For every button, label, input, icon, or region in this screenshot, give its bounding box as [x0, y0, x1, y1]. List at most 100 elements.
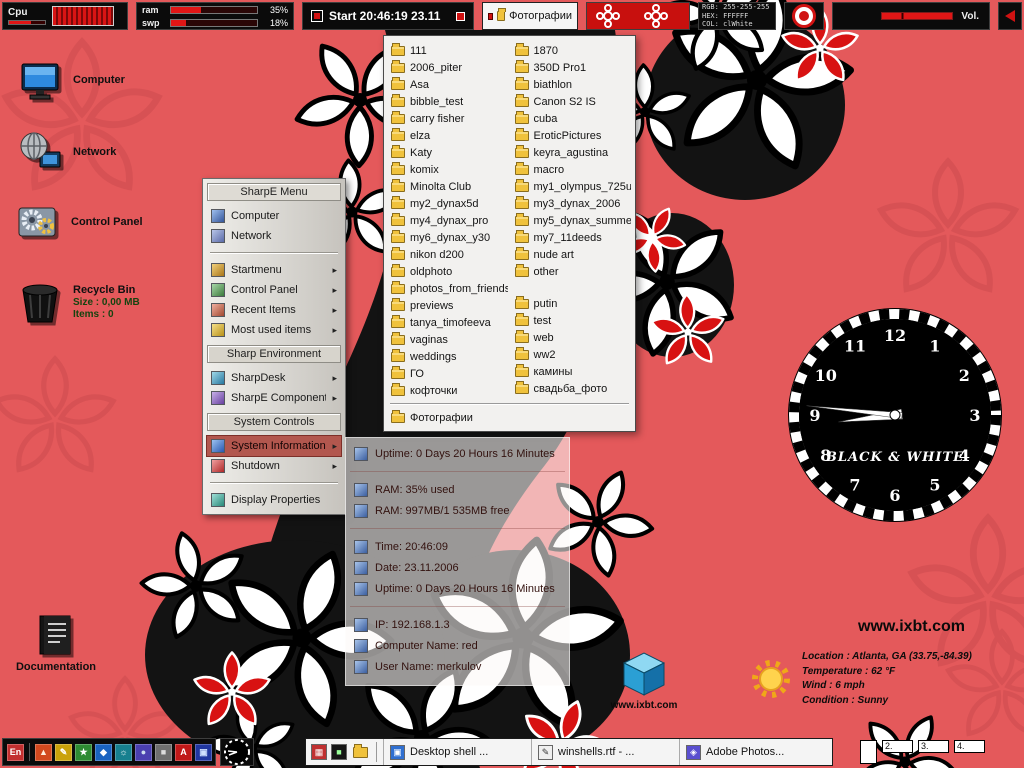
menu-item-system-information[interactable]: System Information ▸: [206, 435, 342, 457]
power-icon: [211, 459, 225, 473]
start-button[interactable]: Start 20:46:19 23.11: [302, 2, 474, 30]
folder-item[interactable]: bibble_test: [388, 93, 508, 110]
folder-item[interactable]: other: [512, 263, 632, 280]
menu-item-computer[interactable]: Computer: [207, 206, 341, 226]
sysinfo-item[interactable]: RAM: 35% used: [346, 479, 569, 500]
folder-item[interactable]: my4_dynax_pro: [388, 212, 508, 229]
volume-slider[interactable]: [881, 12, 954, 20]
desktop-icon-documentation[interactable]: Documentation: [8, 610, 104, 673]
bar-scroll-button[interactable]: [998, 2, 1022, 30]
desktop-icon-computer[interactable]: Computer: [16, 56, 125, 104]
folder-item[interactable]: carry fisher: [388, 110, 508, 127]
desktop-icon-ixbt-cube[interactable]: www.ixbt.com: [596, 652, 692, 711]
tray-icon-blue-diamond[interactable]: ◆: [95, 743, 112, 761]
sysinfo-item[interactable]: Date: 23.11.2006: [346, 557, 569, 578]
folder-item[interactable]: Asa: [388, 76, 508, 93]
folder-item[interactable]: komix: [388, 161, 508, 178]
folder-item[interactable]: elza: [388, 127, 508, 144]
virtual-desktop-cell[interactable]: 3.: [918, 740, 949, 753]
folder-item[interactable]: oldphoto: [388, 263, 508, 280]
language-indicator[interactable]: En: [7, 743, 24, 761]
folder-item[interactable]: biathlon: [512, 76, 632, 93]
folder-item[interactable]: Minolta Club: [388, 178, 508, 195]
folder-name: Minolta Club: [410, 180, 472, 193]
menu-item-startmenu[interactable]: Startmenu ▸: [207, 260, 341, 280]
folder-item[interactable]: vaginas: [388, 331, 508, 348]
folder-icon: [514, 59, 529, 73]
folder-item[interactable]: ww2: [512, 346, 632, 363]
sysinfo-item[interactable]: Computer Name: red: [346, 635, 569, 656]
menu-item-display-properties[interactable]: Display Properties: [207, 490, 341, 510]
desktop-icon-control-panel[interactable]: Control Panel: [14, 198, 143, 246]
folder-item[interactable]: Canon S2 IS: [512, 93, 632, 110]
folder-item[interactable]: свадьба_фото: [512, 380, 632, 397]
menu-item-shutdown[interactable]: Shutdown ▸: [207, 456, 341, 476]
folder-item[interactable]: tanya_timofeeva: [388, 314, 508, 331]
folder-item[interactable]: macro: [512, 161, 632, 178]
analog-clock-widget[interactable]: 12 1 2 3 4 5 6 7 8 9 10 11 BLACK & WHITE: [786, 306, 1004, 524]
tray-icon-floppy[interactable]: ▣: [195, 743, 212, 761]
folder-item[interactable]: my1_olympus_725uz: [512, 178, 631, 195]
tray-icon-settings[interactable]: ☼: [115, 743, 132, 761]
menu-item-most-used-items[interactable]: Most used items ▸: [207, 320, 341, 340]
menu-item-recent-items[interactable]: Recent Items ▸: [207, 300, 341, 320]
folder-item[interactable]: my3_dynax_2006: [512, 195, 632, 212]
tray-icon-sphere[interactable]: ●: [135, 743, 152, 761]
tray-clock-widget[interactable]: [220, 738, 254, 766]
folder-item[interactable]: previews: [388, 297, 508, 314]
folder-item[interactable]: ГО: [388, 365, 508, 382]
folder-item[interactable]: keyra_agustina: [512, 144, 632, 161]
menu-item-photos-root[interactable]: Фотографии: [388, 409, 631, 427]
sysinfo-item[interactable]: RAM: 997MB/1 535MB free: [346, 500, 569, 521]
task-winshells-rtf[interactable]: ✎ winshells.rtf - ...: [531, 739, 679, 765]
virtual-desktop-cell[interactable]: 4.: [954, 740, 985, 753]
task-adobe-photoshop[interactable]: ◈ Adobe Photos...: [679, 739, 827, 765]
folder-item[interactable]: 111: [388, 42, 508, 59]
quicklaunch-folder-icon[interactable]: [353, 743, 368, 758]
folder-item[interactable]: nude art: [512, 246, 632, 263]
desktop-icon-network[interactable]: Network: [16, 128, 116, 176]
folder-item[interactable]: камины: [512, 363, 632, 380]
sysinfo-item[interactable]: Uptime: 0 Days 20 Hours 16 Minutes: [346, 578, 569, 599]
tray-icon-red-app[interactable]: ▲: [35, 743, 52, 761]
weather-widget[interactable]: Location : Atlanta, GA (33.75,-84.39) Te…: [748, 650, 1020, 708]
folder-item[interactable]: Katy: [388, 144, 508, 161]
folder-item[interactable]: 1870: [512, 42, 632, 59]
menu-item-control-panel[interactable]: Control Panel ▸: [207, 280, 341, 300]
sysinfo-item[interactable]: IP: 192.168.1.3: [346, 614, 569, 635]
folder-item[interactable]: putin: [512, 295, 632, 312]
folder-item[interactable]: my2_dynax5d: [388, 195, 508, 212]
sysinfo-item[interactable]: Uptime: 0 Days 20 Hours 16 Minutes: [346, 443, 569, 464]
folder-item[interactable]: 350D Pro1: [512, 59, 632, 76]
tray-icon-green-app[interactable]: ★: [75, 743, 92, 761]
folder-item[interactable]: weddings: [388, 348, 508, 365]
folder-item[interactable]: my5_dynax_summer: [512, 212, 631, 229]
sysinfo-item[interactable]: User Name: merkulov: [346, 656, 569, 677]
menu-item-sharpdesk[interactable]: SharpDesk ▸: [207, 368, 341, 388]
folder-item[interactable]: my7_11deeds: [512, 229, 632, 246]
quicklaunch-recycle[interactable]: ▦: [311, 744, 327, 760]
desktop-icon-recycle-bin[interactable]: Recycle Bin Size : 0,00 MB Items : 0: [16, 278, 140, 326]
task-desktop-shell[interactable]: ▣ Desktop shell ...: [383, 739, 531, 765]
tray-icon-gray-app[interactable]: ■: [155, 743, 172, 761]
tray-icon-ati[interactable]: A: [175, 743, 192, 761]
virtual-desktop-active-cell[interactable]: [860, 740, 877, 764]
sysinfo-item[interactable]: Time: 20:46:09: [346, 536, 569, 557]
folder-item[interactable]: photos_from_friends: [388, 280, 508, 297]
photos-toolbar-button[interactable]: Фотографии: [482, 2, 578, 30]
virtual-desktop-cell[interactable]: 2.: [882, 740, 913, 753]
menu-item-network[interactable]: Network: [207, 226, 341, 246]
folder-name: 2006_piter: [410, 61, 462, 74]
folder-item[interactable]: my6_dynax_y30: [388, 229, 508, 246]
menu-item-sharpe-components[interactable]: SharpE Components ▸: [207, 388, 341, 408]
folder-item[interactable]: cuba: [512, 110, 632, 127]
folder-item[interactable]: кофточки: [388, 382, 508, 399]
sharpe-logo-icon[interactable]: [795, 7, 813, 25]
folder-item[interactable]: web: [512, 329, 632, 346]
quicklaunch-console[interactable]: ■: [331, 744, 347, 760]
folder-item[interactable]: EroticPictures: [512, 127, 632, 144]
folder-item[interactable]: nikon d200: [388, 246, 508, 263]
folder-item[interactable]: test: [512, 312, 632, 329]
folder-item[interactable]: 2006_piter: [388, 59, 508, 76]
tray-icon-pencil[interactable]: ✎: [55, 743, 72, 761]
